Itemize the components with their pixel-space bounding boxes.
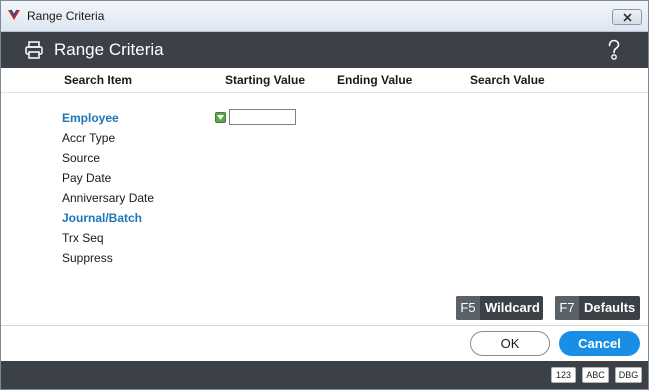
footer-divider	[1, 325, 648, 326]
search-item-journal-batch[interactable]: Journal/Batch	[62, 211, 142, 225]
employee-starting-value-input[interactable]	[229, 109, 296, 125]
help-icon[interactable]	[606, 39, 622, 61]
lookup-dropdown-icon[interactable]	[215, 112, 226, 123]
header-divider	[1, 92, 648, 93]
close-button[interactable]	[612, 9, 642, 25]
wildcard-label: Wildcard	[485, 300, 540, 315]
printer-icon[interactable]	[24, 40, 44, 60]
ok-button[interactable]: OK	[470, 331, 550, 356]
search-item-accr-type: Accr Type	[62, 131, 116, 145]
search-item-trx-seq: Trx Seq	[62, 231, 104, 245]
defaults-label: Defaults	[584, 300, 636, 315]
range-criteria-window: Range Criteria Range Criteria Search Ite…	[0, 0, 649, 390]
f5-key-label: F5	[456, 296, 480, 320]
app-logo-icon	[8, 9, 20, 20]
column-header-search-value: Search Value	[470, 73, 545, 87]
wildcard-button[interactable]: F5 Wildcard	[456, 296, 543, 320]
search-item-employee[interactable]: Employee	[62, 111, 119, 125]
column-header-search-item: Search Item	[64, 73, 133, 87]
defaults-button[interactable]: F7 Defaults	[555, 296, 640, 320]
debug-button[interactable]: DBG	[615, 367, 642, 383]
column-header-ending-value: Ending Value	[337, 73, 413, 87]
status-bar: 123 ABC DBG	[1, 361, 648, 389]
window-title: Range Criteria	[27, 9, 105, 23]
dialog-title: Range Criteria	[54, 40, 164, 59]
search-item-anniversary-date: Anniversary Date	[62, 191, 155, 205]
column-header-starting-value: Starting Value	[225, 73, 306, 87]
title-bar: Range Criteria	[1, 1, 648, 32]
close-icon	[623, 13, 632, 22]
numeric-mode-button[interactable]: 123	[551, 367, 576, 383]
search-item-pay-date: Pay Date	[62, 171, 112, 185]
search-item-source: Source	[62, 151, 101, 165]
search-item-suppress: Suppress	[62, 251, 113, 265]
alpha-mode-button[interactable]: ABC	[582, 367, 609, 383]
dialog-header: Range Criteria	[1, 32, 648, 68]
f7-key-label: F7	[555, 296, 579, 320]
cancel-button[interactable]: Cancel	[559, 331, 640, 356]
